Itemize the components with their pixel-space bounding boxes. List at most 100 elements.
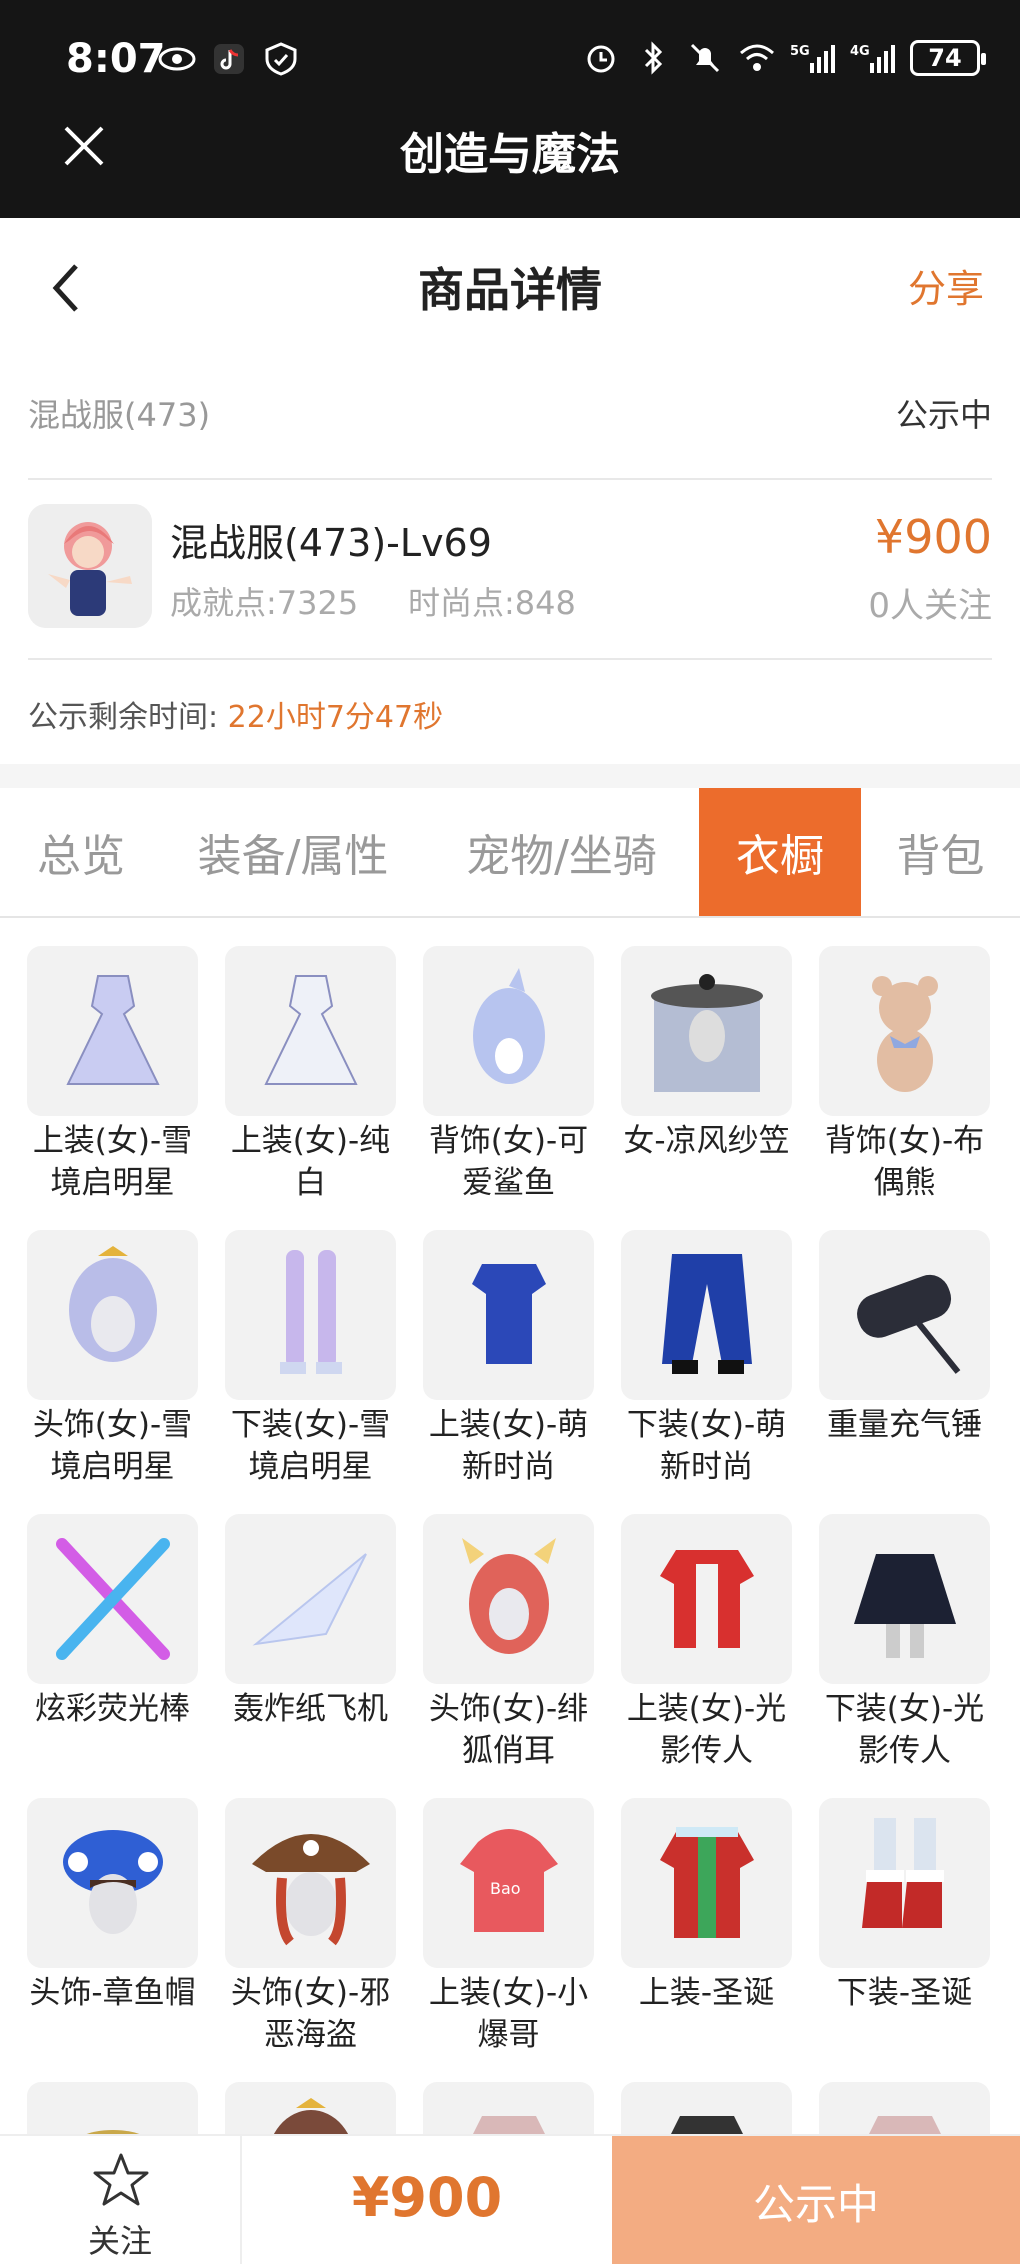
wardrobe-item[interactable]: 下装(女)-雪境启明星 xyxy=(225,1230,396,1488)
fashion-points: 时尚点:848 xyxy=(408,584,576,622)
dress-icon xyxy=(27,946,198,1116)
wardrobe-item-label: 上装(女)-萌新时尚 xyxy=(428,1407,589,1485)
product-price: ¥900 xyxy=(874,510,992,564)
tab-equipment[interactable]: 装备/属性 xyxy=(162,788,424,916)
wifi-icon xyxy=(740,44,774,71)
wardrobe-item-label: 头饰-章鱼帽 xyxy=(29,1975,196,2011)
wardrobe-item-label: 上装(女)-雪境启明星 xyxy=(32,1123,193,1201)
wardrobe-item[interactable]: 背饰(女)-布偶熊 xyxy=(819,946,990,1204)
wardrobe-item-label: 轰炸纸飞机 xyxy=(233,1691,388,1727)
dress-icon xyxy=(225,946,396,1116)
page-title: 商品详情 xyxy=(418,263,602,317)
follower-count: 0人关注 xyxy=(868,586,992,626)
paper-plane-icon xyxy=(225,1514,396,1684)
wardrobe-item-label: 头饰(女)-邪恶海盗 xyxy=(230,1975,391,2053)
svg-text:5G: 5G xyxy=(790,44,810,59)
wardrobe-item-label: 上装(女)-纯白 xyxy=(230,1123,391,1201)
svg-text:4G: 4G xyxy=(850,44,870,59)
wardrobe-item[interactable]: 头饰-章鱼帽 xyxy=(27,1798,198,2014)
wardrobe-item[interactable]: Bao 上装(女)-小爆哥 xyxy=(423,1798,594,2056)
follow-label: 关注 xyxy=(87,2222,152,2260)
shield-icon xyxy=(265,42,297,76)
mute-bell-icon xyxy=(690,43,720,73)
app-title-bar: 创造与魔法 xyxy=(0,100,1020,218)
signal-4g-icon: 4G xyxy=(850,44,895,73)
share-button[interactable]: 分享 xyxy=(908,258,984,313)
wardrobe-item-label: 炫彩荧光棒 xyxy=(35,1691,190,1727)
hair-icon xyxy=(27,1230,198,1400)
section-divider xyxy=(0,764,1020,788)
wardrobe-item-label: 下装(女)-光影传人 xyxy=(824,1691,985,1769)
wardrobe-item[interactable]: 上装(女)-纯白 xyxy=(225,946,396,1204)
wardrobe-item-label: 女-凉风纱笠 xyxy=(623,1123,790,1159)
tab-wardrobe[interactable]: 衣橱 xyxy=(699,788,861,916)
wardrobe-item[interactable]: 上装-圣诞 xyxy=(621,1798,792,2014)
bottom-price: ¥900 xyxy=(351,2166,503,2229)
status-time: 8:07 xyxy=(66,36,166,82)
pants-icon xyxy=(621,1230,792,1400)
pirate-hat-icon xyxy=(225,1798,396,1968)
octopus-hat-icon xyxy=(27,1798,198,1968)
wardrobe-item[interactable]: 头饰(女)-雪境启明星 xyxy=(27,1230,198,1488)
bottom-bar: 关注 ¥900 公示中 xyxy=(0,2134,1020,2264)
star-icon xyxy=(93,2153,149,2206)
legs-icon xyxy=(225,1230,396,1400)
wardrobe-item-label: 上装(女)-光影传人 xyxy=(626,1691,787,1769)
teddy-bear-icon xyxy=(819,946,990,1116)
alarm-icon xyxy=(587,45,615,73)
wardrobe-item-label: 头饰(女)-雪境启明星 xyxy=(32,1407,193,1485)
tiktok-icon xyxy=(214,44,244,74)
avatar xyxy=(28,504,152,628)
wardrobe-item[interactable]: 炫彩荧光棒 xyxy=(27,1514,198,1730)
skirt-icon xyxy=(819,1514,990,1684)
svg-text:Bao: Bao xyxy=(490,1879,521,1898)
wardrobe-item[interactable]: 下装(女)-光影传人 xyxy=(819,1514,990,1772)
follow-button[interactable]: 关注 xyxy=(0,2136,242,2264)
fox-ears-icon xyxy=(423,1514,594,1684)
wardrobe-item-label: 下装-圣诞 xyxy=(836,1975,973,2011)
publicity-action-button[interactable]: 公示中 xyxy=(612,2136,1020,2264)
battery-indicator: 74 xyxy=(910,40,986,76)
wardrobe-item[interactable]: 轰炸纸飞机 xyxy=(225,1514,396,1730)
wardrobe-item-label: 上装-圣诞 xyxy=(638,1975,775,2011)
christmas-coat-icon xyxy=(621,1798,792,1968)
remaining-time-label: 公示剩余时间: xyxy=(28,700,219,735)
wardrobe-item[interactable]: 上装(女)-光影传人 xyxy=(621,1514,792,1772)
signal-5g-icon: 5G xyxy=(790,44,835,73)
product-summary: 混战服(473)-Lv69 成就点:7325 时尚点:848 ¥900 0人关注 xyxy=(28,480,992,660)
wardrobe-item-label: 背饰(女)-可爱鲨鱼 xyxy=(428,1123,589,1201)
remaining-time-value: 22小时7分47秒 xyxy=(227,700,444,735)
jacket-icon xyxy=(621,1514,792,1684)
wardrobe-item[interactable]: 下装(女)-萌新时尚 xyxy=(621,1230,792,1488)
wardrobe-item[interactable]: 女-凉风纱笠 xyxy=(621,946,792,1162)
christmas-boots-icon xyxy=(819,1798,990,1968)
wardrobe-item-label: 头饰(女)-绯狐俏耳 xyxy=(428,1691,589,1769)
eye-icon xyxy=(158,47,196,71)
tab-backpack[interactable]: 背包 xyxy=(861,788,1020,916)
tab-bar: 总览 装备/属性 宠物/坐骑 衣橱 背包 xyxy=(0,788,1020,918)
veil-hat-icon xyxy=(621,946,792,1116)
server-name: 混战服(473) xyxy=(28,396,211,434)
wardrobe-item-label: 下装(女)-雪境启明星 xyxy=(230,1407,391,1485)
wardrobe-item[interactable]: 上装(女)-萌新时尚 xyxy=(423,1230,594,1488)
app-title: 创造与魔法 xyxy=(400,129,620,180)
wardrobe-item[interactable]: 头饰(女)-邪恶海盗 xyxy=(225,1798,396,2056)
wardrobe-item[interactable]: 上装(女)-雪境启明星 xyxy=(27,946,198,1204)
top-icon xyxy=(423,1230,594,1400)
remaining-time: 公示剩余时间: 22小时7分47秒 xyxy=(28,692,443,736)
product-name: 混战服(473)-Lv69 xyxy=(170,521,492,565)
tab-overview[interactable]: 总览 xyxy=(0,788,162,916)
hammer-icon xyxy=(819,1230,990,1400)
bluetooth-icon xyxy=(644,41,663,75)
wardrobe-item[interactable]: 头饰(女)-绯狐俏耳 xyxy=(423,1514,594,1772)
wardrobe-item[interactable]: 重量充气锤 xyxy=(819,1230,990,1446)
wardrobe-item-label: 背饰(女)-布偶熊 xyxy=(824,1123,985,1201)
wardrobe-item[interactable]: 背饰(女)-可爱鲨鱼 xyxy=(423,946,594,1204)
wardrobe-item-label: 重量充气锤 xyxy=(827,1407,982,1443)
wardrobe-item-label: 上装(女)-小爆哥 xyxy=(428,1975,589,2053)
page-header: 商品详情 分享 xyxy=(0,218,1020,348)
hoodie-icon: Bao xyxy=(423,1798,594,1968)
wardrobe-item[interactable]: 下装-圣诞 xyxy=(819,1798,990,2014)
glow-sticks-icon xyxy=(27,1514,198,1684)
tab-pets[interactable]: 宠物/坐骑 xyxy=(424,788,699,916)
